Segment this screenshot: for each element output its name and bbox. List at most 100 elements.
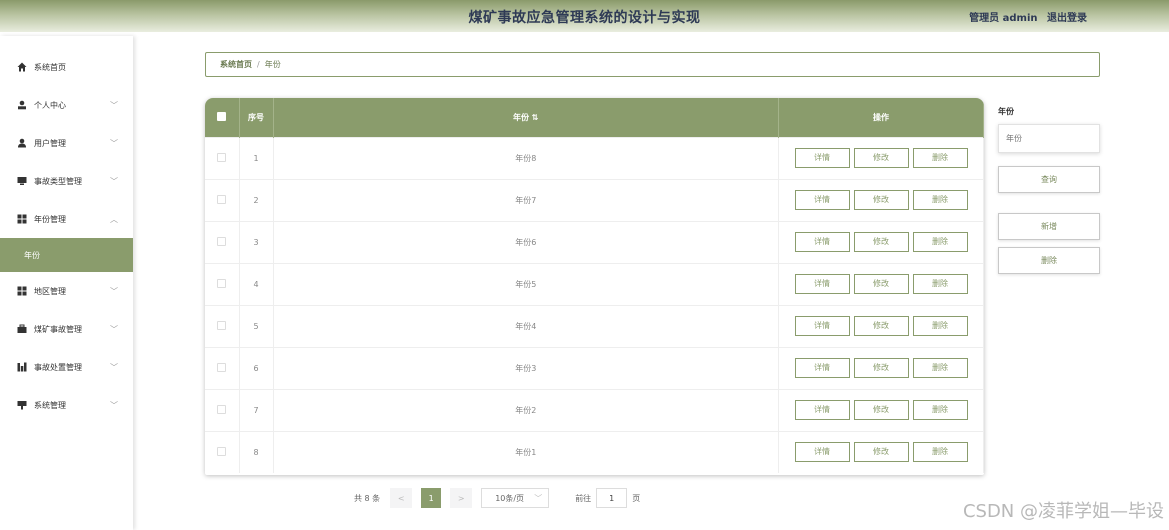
edit-button[interactable]: 修改 (853, 442, 909, 463)
row-seq: 7 (239, 388, 274, 431)
checkbox[interactable] (217, 362, 227, 372)
delete-button[interactable]: 删除 (912, 358, 968, 378)
delete-button[interactable]: 删除 (912, 316, 968, 336)
row-select-cell[interactable] (205, 346, 240, 389)
checkbox[interactable] (217, 111, 227, 121)
row-actions: 详情 修改 删除 (778, 136, 984, 179)
sidebar-item-label: 系统管理 (34, 400, 66, 410)
table-row: 1 年份8 详情 修改 删除 (205, 136, 984, 179)
row-year: 年份7 (273, 178, 779, 221)
row-select-cell[interactable] (205, 262, 240, 305)
checkbox[interactable] (217, 278, 227, 288)
sidebar-item-users[interactable]: 用户管理 ﹀ (0, 126, 133, 160)
row-select-cell[interactable] (205, 136, 240, 179)
edit-button[interactable]: 修改 (853, 190, 909, 210)
breadcrumb: 系统首页 / 年份 (205, 52, 1100, 77)
sidebar-item-label: 煤矿事故管理 (34, 324, 82, 334)
sidebar-subitem-year[interactable]: 年份 (0, 238, 133, 272)
year-search-input[interactable] (998, 124, 1100, 153)
sidebar: 系统首页 个人中心 ﹀ 用户管理 ﹀ 事故类型管理 ﹀ 年份管理 ︿ 年份 地区… (0, 36, 133, 530)
sidebar-item-home[interactable]: 系统首页 (0, 50, 133, 84)
breadcrumb-current: 年份 (264, 60, 281, 69)
checkbox[interactable] (217, 194, 227, 204)
edit-button[interactable]: 修改 (853, 400, 909, 420)
edit-button[interactable]: 修改 (853, 148, 909, 168)
row-select-cell[interactable] (205, 430, 240, 473)
sidebar-item-label: 个人中心 (34, 100, 66, 110)
delete-button[interactable]: 删除 (912, 232, 968, 252)
breadcrumb-home[interactable]: 系统首页 (220, 59, 252, 70)
edit-button[interactable]: 修改 (853, 358, 909, 378)
row-actions: 详情 修改 删除 (778, 304, 984, 347)
user-area: 管理员 admin 退出登录 (963, 9, 1087, 24)
detail-button[interactable]: 详情 (794, 316, 850, 336)
user-label: 管理员 admin (969, 13, 1038, 24)
checkbox[interactable] (217, 446, 227, 456)
delete-button[interactable]: 删除 (912, 190, 968, 210)
watermark: CSDN @凌菲学姐—毕设 (962, 501, 1164, 522)
add-button[interactable]: 新增 (998, 213, 1100, 240)
delete-button[interactable]: 删除 (912, 400, 968, 420)
user-icon (17, 100, 27, 110)
row-seq: 3 (239, 220, 274, 263)
prev-page-button[interactable]: < (390, 488, 413, 508)
edit-button[interactable]: 修改 (853, 232, 909, 252)
row-select-cell[interactable] (205, 178, 240, 221)
grid-icon (17, 286, 27, 296)
page-size-select[interactable]: 10条/页 ﹀ (481, 488, 550, 508)
page-number-button[interactable]: 1 (421, 488, 442, 508)
header-year-sortable[interactable]: 年份 ⇅ (273, 98, 779, 137)
detail-button[interactable]: 详情 (794, 190, 850, 210)
chevron-down-icon: ﹀ (110, 139, 118, 148)
chevron-down-icon: ﹀ (110, 363, 118, 372)
batch-delete-button[interactable]: 删除 (998, 247, 1100, 274)
sidebar-item-accident-handling[interactable]: 事故处置管理 ﹀ (0, 350, 133, 384)
row-actions: 详情 修改 删除 (778, 346, 984, 389)
breadcrumb-separator: / (257, 60, 260, 69)
detail-button[interactable]: 详情 (794, 148, 850, 168)
next-page-button[interactable]: > (450, 488, 473, 508)
detail-button[interactable]: 详情 (794, 358, 850, 378)
checkbox[interactable] (217, 404, 227, 414)
table-header-row: 序号 年份 ⇅ 操作 (205, 98, 984, 137)
table-row: 4 年份5 详情 修改 删除 (205, 262, 984, 305)
sidebar-item-mine-accidents[interactable]: 煤矿事故管理 ﹀ (0, 312, 133, 346)
row-select-cell[interactable] (205, 220, 240, 263)
delete-button[interactable]: 删除 (912, 148, 968, 168)
detail-button[interactable]: 详情 (794, 232, 850, 252)
chevron-down-icon: ﹀ (110, 401, 118, 410)
sidebar-item-system[interactable]: 系统管理 ﹀ (0, 388, 133, 422)
detail-button[interactable]: 详情 (794, 274, 850, 294)
chevron-down-icon: ﹀ (110, 325, 118, 334)
chevron-down-icon: ﹀ (534, 494, 543, 503)
table-row: 6 年份3 详情 修改 删除 (205, 346, 984, 389)
goto-page-input[interactable] (596, 488, 628, 508)
checkbox[interactable] (217, 236, 227, 246)
delete-button[interactable]: 删除 (912, 274, 968, 294)
row-actions: 详情 修改 删除 (778, 262, 984, 305)
header-select-all[interactable] (205, 98, 240, 137)
sidebar-item-regions[interactable]: 地区管理 ﹀ (0, 274, 133, 308)
detail-button[interactable]: 详情 (794, 442, 850, 463)
table-row: 8 年份1 详情 修改 删除 (205, 430, 984, 473)
row-actions: 详情 修改 删除 (778, 178, 984, 221)
row-actions: 详情 修改 删除 (778, 430, 984, 473)
logout-link[interactable]: 退出登录 (1047, 13, 1087, 24)
top-bar: 煤矿事故应急管理系统的设计与实现 管理员 admin 退出登录 (0, 0, 1169, 32)
sidebar-item-accident-types[interactable]: 事故类型管理 ﹀ (0, 164, 133, 198)
query-button[interactable]: 查询 (998, 166, 1100, 193)
monitor-icon (17, 176, 27, 186)
sidebar-item-personal[interactable]: 个人中心 ﹀ (0, 88, 133, 122)
detail-button[interactable]: 详情 (794, 400, 850, 420)
checkbox[interactable] (217, 152, 227, 162)
row-year: 年份5 (273, 262, 779, 305)
page-size-value: 10条/页 (495, 493, 525, 503)
row-year: 年份1 (273, 430, 779, 473)
row-select-cell[interactable] (205, 304, 240, 347)
checkbox[interactable] (217, 320, 227, 330)
edit-button[interactable]: 修改 (853, 274, 909, 294)
edit-button[interactable]: 修改 (853, 316, 909, 336)
row-select-cell[interactable] (205, 388, 240, 431)
sidebar-item-years[interactable]: 年份管理 ︿ (0, 202, 133, 236)
delete-button[interactable]: 删除 (912, 442, 968, 463)
